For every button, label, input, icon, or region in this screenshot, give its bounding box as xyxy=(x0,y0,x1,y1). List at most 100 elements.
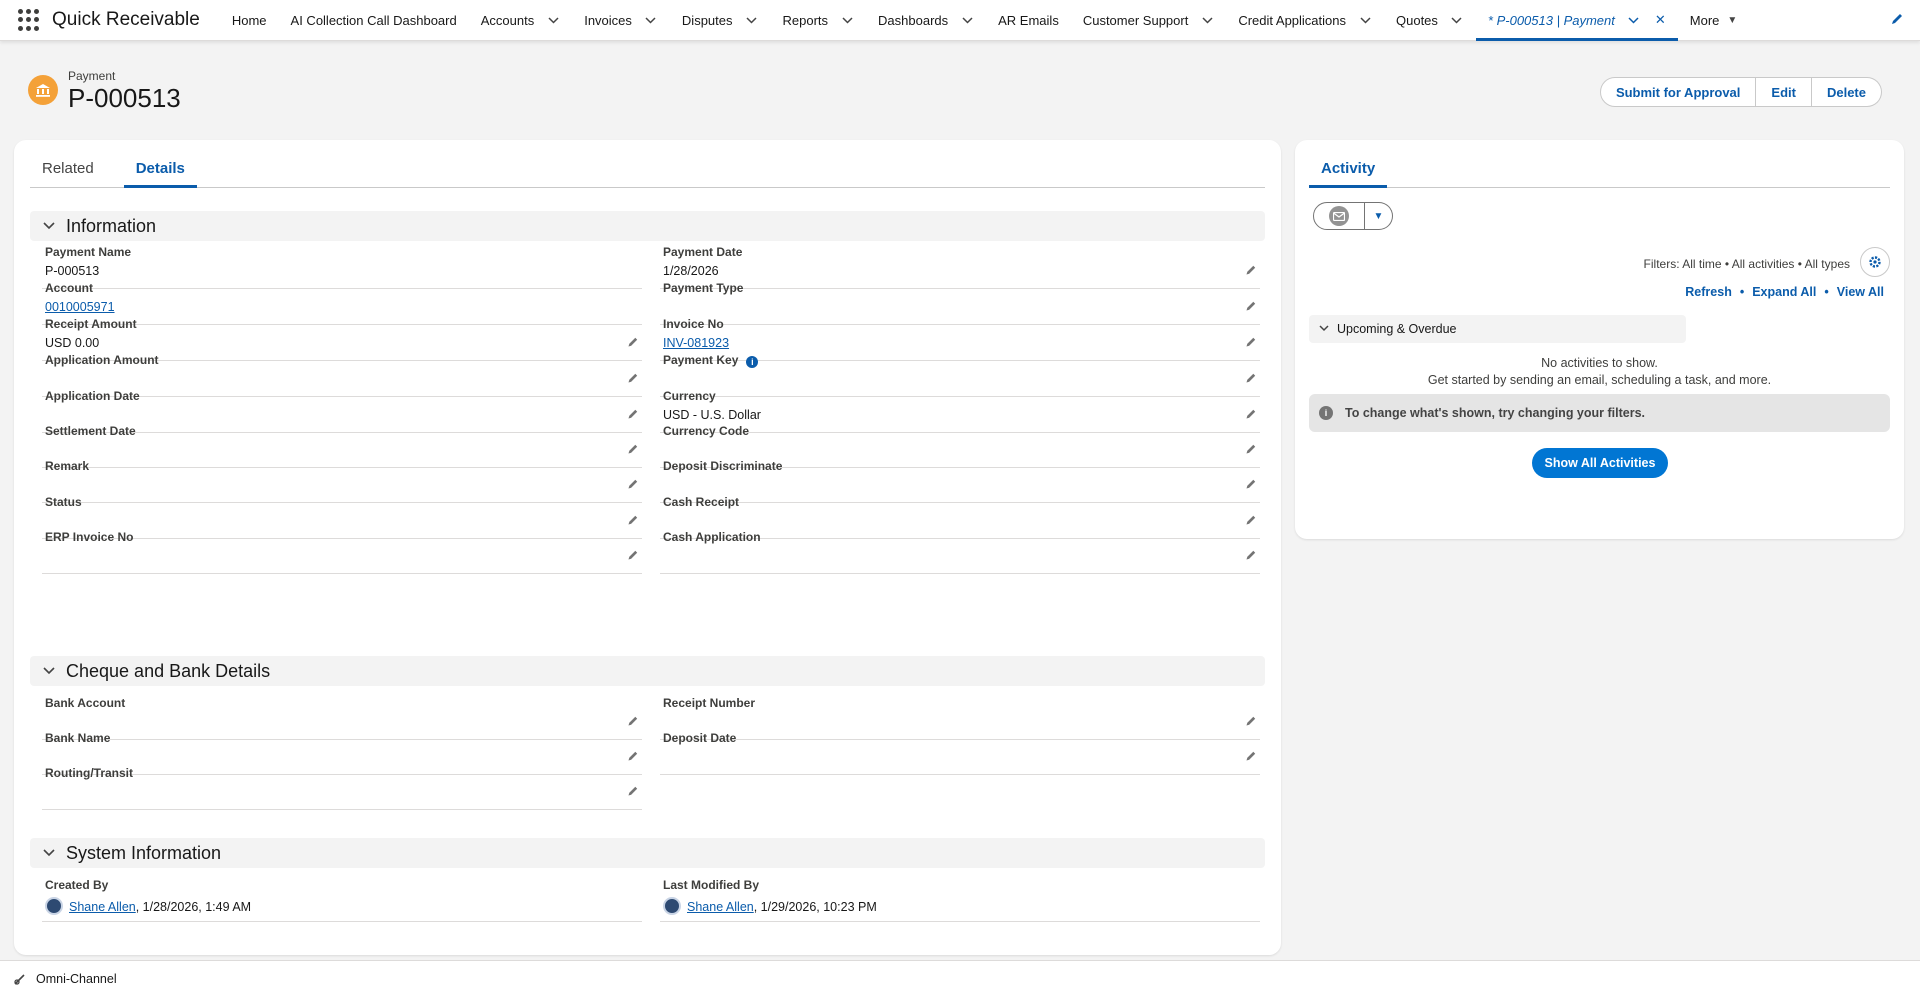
record-header: Payment P-000513 Submit for Approval Edi… xyxy=(0,41,1920,137)
nav-item-accounts[interactable]: Accounts xyxy=(469,0,572,41)
pencil-edit-icon[interactable] xyxy=(626,513,640,527)
section-system-information[interactable]: System Information xyxy=(30,838,1265,868)
edit-nav-icon[interactable] xyxy=(1890,12,1906,28)
upcoming-overdue-section[interactable]: Upcoming & Overdue xyxy=(1309,315,1686,343)
pencil-edit-icon[interactable] xyxy=(1244,299,1258,313)
no-activities-text: No activities to show. xyxy=(1541,356,1658,370)
edit-button[interactable]: Edit xyxy=(1756,77,1812,107)
email-button[interactable] xyxy=(1313,202,1365,230)
field-label: Payment Name xyxy=(45,245,132,259)
submit-for-approval-button[interactable]: Submit for Approval xyxy=(1599,77,1757,107)
nav-item-ar-emails[interactable]: AR Emails xyxy=(986,0,1071,41)
chevron-down-icon[interactable] xyxy=(1627,13,1641,27)
nav-item-customer-support[interactable]: Customer Support xyxy=(1071,0,1227,41)
field-value[interactable]: 0010005971 xyxy=(45,300,115,314)
field-label: Last Modified By xyxy=(663,878,760,892)
pencil-edit-icon[interactable] xyxy=(626,407,640,421)
field-label: Deposit Date xyxy=(663,731,737,745)
user-link[interactable]: Shane Allen xyxy=(687,900,754,914)
field-label: Created By xyxy=(45,878,109,892)
chevron-down-icon[interactable] xyxy=(1200,13,1214,27)
tab-activity[interactable]: Activity xyxy=(1309,154,1388,188)
info-icon[interactable]: i xyxy=(746,356,759,368)
field-label: Cash Receipt xyxy=(663,495,740,509)
show-all-activities-button[interactable]: Show All Activities xyxy=(1532,448,1668,478)
pencil-edit-icon[interactable] xyxy=(626,548,640,562)
pencil-edit-icon[interactable] xyxy=(1244,371,1258,385)
pencil-edit-icon[interactable] xyxy=(626,442,640,456)
field-label: Bank Name xyxy=(45,731,111,745)
nav-more[interactable]: More ▼ xyxy=(1678,0,1750,41)
view-all-link[interactable]: View All xyxy=(1837,285,1884,299)
record-detail-card: Related Details Information Payment Name… xyxy=(14,140,1281,955)
pencil-edit-icon[interactable] xyxy=(1244,335,1258,349)
field-label: Payment Key i xyxy=(663,353,759,368)
omni-channel-label[interactable]: Omni-Channel xyxy=(36,972,117,986)
field-label: Receipt Number xyxy=(663,696,756,710)
user-link[interactable]: Shane Allen xyxy=(69,900,136,914)
pencil-edit-icon[interactable] xyxy=(626,335,640,349)
nav-item-disputes[interactable]: Disputes xyxy=(670,0,771,41)
pencil-edit-icon[interactable] xyxy=(1244,749,1258,763)
pencil-edit-icon[interactable] xyxy=(626,749,640,763)
nav-item-home[interactable]: Home xyxy=(220,0,279,41)
pencil-edit-icon[interactable] xyxy=(1244,513,1258,527)
section-title: Information xyxy=(66,215,157,236)
field-label: Cash Application xyxy=(663,530,761,544)
nav-item-reports[interactable]: Reports xyxy=(771,0,867,41)
pencil-edit-icon[interactable] xyxy=(1244,442,1258,456)
tab-details[interactable]: Details xyxy=(123,154,197,188)
bank-icon xyxy=(28,75,58,105)
field-label: Invoice No xyxy=(663,317,724,331)
app-name: Quick Receivable xyxy=(52,9,200,30)
chevron-down-icon[interactable] xyxy=(745,13,759,27)
pencil-edit-icon[interactable] xyxy=(626,714,640,728)
nav-item-ai-collection-call-dashboard[interactable]: AI Collection Call Dashboard xyxy=(279,0,469,41)
gear-icon[interactable] xyxy=(1860,247,1890,277)
nav-item-label: Customer Support xyxy=(1082,12,1189,28)
section-information[interactable]: Information xyxy=(30,211,1265,241)
field-created-by: Created By Shane Allen, 1/28/2026, 1:49 … xyxy=(42,878,642,922)
chevron-down-icon[interactable] xyxy=(960,13,974,27)
chevron-down-icon xyxy=(42,664,56,678)
chevron-down-icon[interactable] xyxy=(1358,13,1372,27)
tab-active-record[interactable]: * P-000513 | Payment ✕ xyxy=(1475,0,1678,41)
pencil-edit-icon[interactable] xyxy=(626,477,640,491)
nav-item-label: Invoices xyxy=(584,12,632,28)
pencil-edit-icon[interactable] xyxy=(1244,548,1258,562)
chevron-down-icon[interactable] xyxy=(1450,13,1464,27)
nav-item-credit-applications[interactable]: Credit Applications xyxy=(1226,0,1384,41)
global-navigation: Quick Receivable Home AI Collection Call … xyxy=(0,0,1920,41)
omni-channel-icon[interactable] xyxy=(12,972,26,986)
pencil-edit-icon[interactable] xyxy=(626,784,640,798)
nav-item-label: Accounts xyxy=(480,12,535,28)
nav-more-label: More xyxy=(1689,12,1720,28)
field-value: P-000513 xyxy=(45,264,100,278)
section-cheque-bank-details[interactable]: Cheque and Bank Details xyxy=(30,656,1265,686)
tab-related[interactable]: Related xyxy=(30,154,106,188)
chevron-down-icon[interactable] xyxy=(840,13,854,27)
close-icon[interactable]: ✕ xyxy=(1655,12,1666,28)
delete-button[interactable]: Delete xyxy=(1811,77,1882,107)
chevron-down-icon[interactable] xyxy=(644,13,658,27)
nav-item-label: Disputes xyxy=(681,12,733,28)
activity-card: Activity ▼ Filters: All time • All activ… xyxy=(1295,140,1904,539)
nav-item-quotes[interactable]: Quotes xyxy=(1384,0,1476,41)
expand-all-link[interactable]: Expand All xyxy=(1752,285,1816,299)
refresh-link[interactable]: Refresh xyxy=(1685,285,1732,299)
app-launcher-icon[interactable] xyxy=(18,9,40,31)
field-deposit-date: Deposit Date xyxy=(660,731,1260,775)
field-value[interactable]: INV-081923 xyxy=(663,336,729,350)
pencil-edit-icon[interactable] xyxy=(1244,263,1258,277)
caret-down-icon[interactable]: ▼ xyxy=(1365,202,1393,230)
nav-item-invoices[interactable]: Invoices xyxy=(572,0,670,41)
pencil-edit-icon[interactable] xyxy=(1244,407,1258,421)
pencil-edit-icon[interactable] xyxy=(1244,477,1258,491)
pencil-edit-icon[interactable] xyxy=(626,371,640,385)
email-icon xyxy=(1329,206,1349,226)
pencil-edit-icon[interactable] xyxy=(1244,714,1258,728)
field-label: Receipt Amount xyxy=(45,317,137,331)
chevron-down-icon[interactable] xyxy=(546,13,560,27)
upcoming-label: Upcoming & Overdue xyxy=(1337,322,1457,336)
nav-item-dashboards[interactable]: Dashboards xyxy=(866,0,986,41)
